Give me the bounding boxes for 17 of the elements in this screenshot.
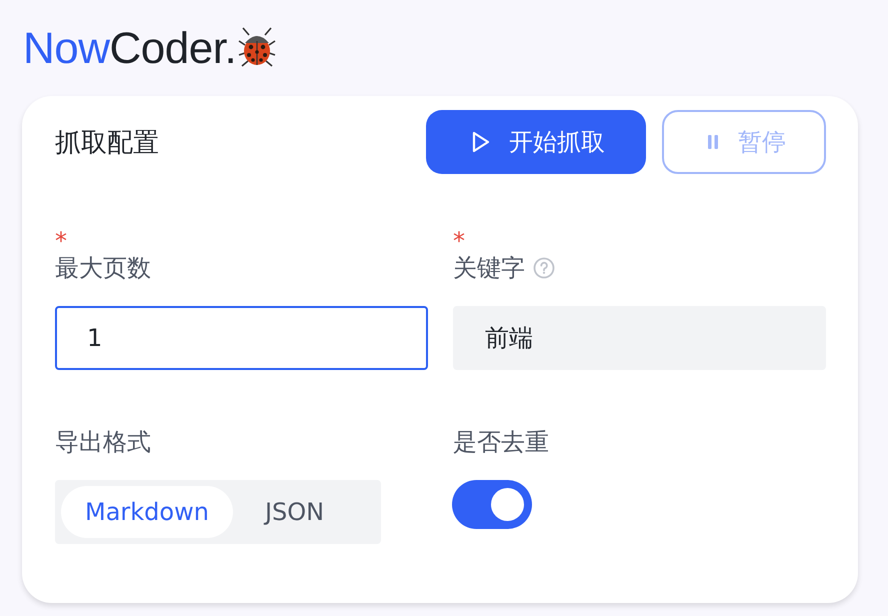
ladybug-icon	[237, 25, 278, 69]
play-icon	[471, 131, 491, 153]
card-title: 抓取配置	[55, 126, 160, 160]
required-mark: *	[55, 228, 67, 248]
field-label: 导出格式	[55, 427, 151, 458]
format-option[interactable]: JSON	[236, 486, 352, 538]
format-option[interactable]: Markdown	[61, 486, 233, 538]
field-label: 是否去重	[453, 427, 549, 458]
pause-icon	[706, 134, 720, 150]
input-field[interactable]: 1	[55, 306, 428, 370]
input-field[interactable]: 前端	[453, 306, 826, 370]
required-mark: *	[453, 228, 465, 248]
brand-logo: NowCoder.	[23, 24, 236, 74]
start-button[interactable]: 开始抓取	[426, 110, 646, 174]
field-label: 关键字	[453, 253, 525, 284]
field-label: 最大页数	[55, 253, 151, 284]
toggle-switch[interactable]	[452, 480, 532, 529]
